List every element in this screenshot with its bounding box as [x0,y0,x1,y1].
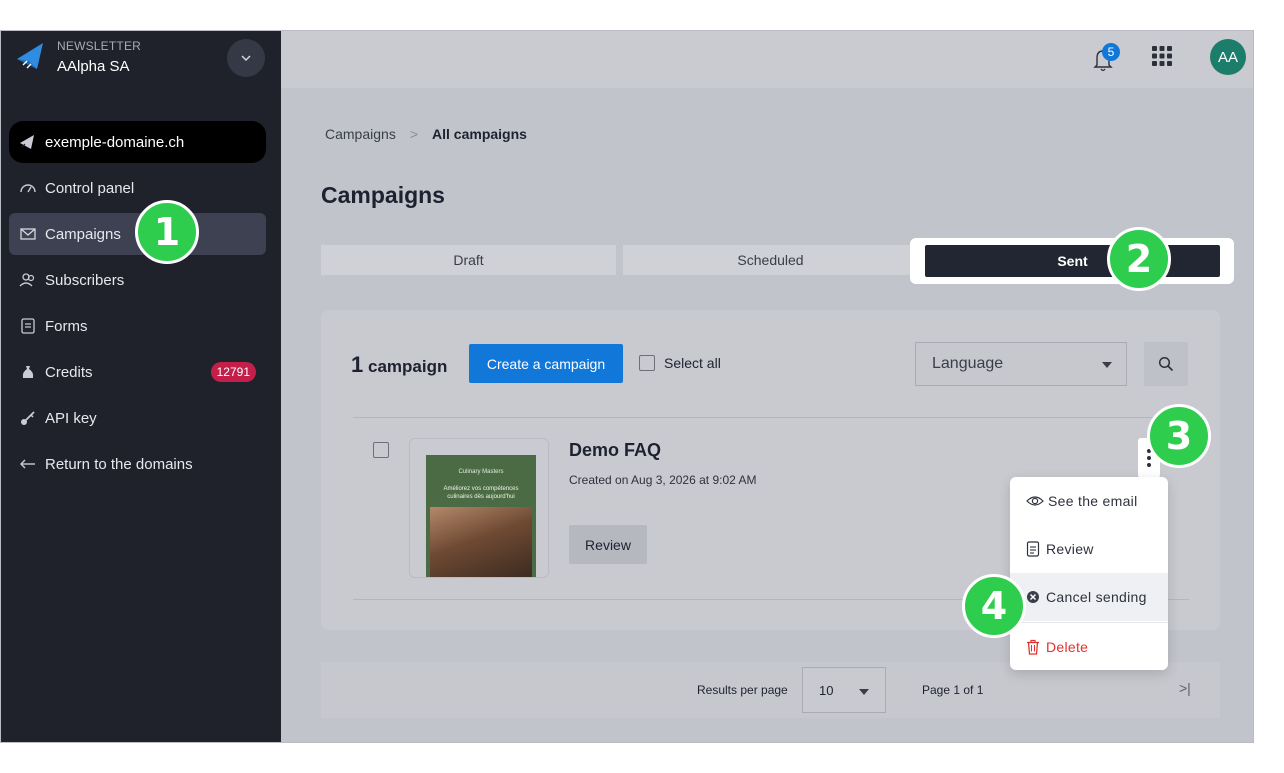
users-icon [19,273,35,287]
tab-draft[interactable]: Draft [321,245,616,275]
menu-item-label: Cancel sending [1046,589,1147,605]
campaign-name[interactable]: Demo FAQ [569,440,661,461]
sidebar-item-label: Subscribers [45,271,125,289]
menu-item-delete[interactable]: Delete [1010,622,1168,670]
breadcrumb: Campaigns > All campaigns [325,126,527,142]
sidebar-item-return[interactable]: Return to the domains [9,443,266,485]
dot [1147,463,1151,467]
arrow-left-icon [20,459,35,469]
notification-count-badge: 5 [1102,43,1120,61]
credits-badge: 12791 [210,362,256,382]
select-all-checkbox[interactable] [639,355,655,371]
document-icon [21,318,35,334]
campaign-created-date: Created on Aug 3, 2026 at 9:02 AM [569,473,757,487]
dot [1147,456,1151,460]
search-button[interactable] [1144,342,1188,386]
pagination-bar: Results per page 10 Page 1 of 1 >| [321,662,1220,718]
select-all-label: Select all [664,355,721,371]
tab-scheduled[interactable]: Scheduled [623,245,918,275]
results-per-page-value: 10 [819,682,834,698]
tab-sent-highlight: Sent [910,238,1234,284]
breadcrumb-parent[interactable]: Campaigns [325,126,396,142]
caret-down-icon [1102,362,1112,368]
campaign-count-label: campaign [367,357,448,376]
step-callout-1: 1 [135,200,199,264]
document-icon [1026,541,1040,557]
language-placeholder: Language [932,355,1004,372]
thumbnail-headline: Améliorez vos compétences culinaires dès… [443,486,519,500]
money-bag-icon [22,366,34,378]
sidebar-item-label: API key [45,409,97,427]
sidebar-item-label: Credits [45,363,93,381]
avatar[interactable]: AA [1210,39,1246,75]
paper-plane-logo-icon [17,43,43,69]
step-callout-3: 3 [1147,404,1211,468]
menu-item-see-email[interactable]: See the email [1010,477,1168,525]
page-title: Campaigns [321,182,445,208]
campaign-checkbox[interactable] [373,442,389,458]
paper-plane-icon [20,135,34,149]
sidebar-item-subscribers[interactable]: Subscribers [9,259,266,301]
domain-selector[interactable]: exemple-domaine.ch [9,121,266,163]
campaign-thumbnail[interactable]: Culinary Masters Améliorez vos compétenc… [409,438,549,578]
thumbnail-photo [430,507,532,577]
language-select[interactable]: Language [915,342,1127,386]
chevron-down-icon [241,55,251,62]
step-callout-4: 4 [962,574,1026,638]
tab-sent[interactable]: Sent [925,245,1220,277]
thumbnail-preview: Culinary Masters Améliorez vos compétenc… [426,455,536,577]
sidebar-item-forms[interactable]: Forms [9,305,266,347]
brand-name: AAlpha SA [57,58,130,75]
envelope-icon [20,228,36,240]
sidebar-item-api-key[interactable]: API key [9,397,266,439]
trash-icon [1027,639,1039,655]
campaign-actions-menu: See the email Review Cancel sending Dele… [1010,477,1168,670]
results-per-page-select[interactable]: 10 [802,667,886,713]
caret-down-icon [859,689,869,695]
search-icon [1158,356,1174,372]
brand: NEWSLETTER AAlpha SA [15,39,265,79]
gauge-icon [20,184,36,193]
sidebar-item-control-panel[interactable]: Control panel [9,167,266,209]
menu-item-review[interactable]: Review [1010,525,1168,573]
x-circle-icon [1027,591,1039,603]
menu-item-cancel-sending[interactable]: Cancel sending [1010,573,1168,621]
campaign-tabs: Draft Scheduled Sent [321,238,1234,284]
account-switch-button[interactable] [227,39,265,77]
breadcrumb-current: All campaigns [432,126,527,142]
review-button[interactable]: Review [569,525,647,564]
eye-icon [1026,496,1044,506]
topbar: 5 AA [281,31,1253,88]
campaign-count-number: 1 [351,352,364,377]
domain-name: exemple-domaine.ch [45,133,185,151]
sidebar-item-label: Return to the domains [45,455,193,473]
sidebar: NEWSLETTER AAlpha SA exemple-domaine.ch … [1,31,281,742]
key-icon [21,411,35,425]
campaign-count: 1 campaign [351,352,447,378]
select-all[interactable]: Select all [639,355,721,371]
menu-item-label: Review [1046,541,1094,557]
apps-grid-icon[interactable] [1151,45,1173,67]
step-callout-2: 2 [1107,227,1171,291]
results-per-page-label: Results per page [697,683,788,697]
brand-kicker: NEWSLETTER [57,39,142,53]
app-window: NEWSLETTER AAlpha SA exemple-domaine.ch … [0,30,1254,743]
last-page-icon[interactable]: >| [1179,680,1191,696]
create-campaign-button[interactable]: Create a campaign [469,344,623,383]
menu-item-label: Delete [1046,638,1089,655]
sidebar-item-label: Control panel [45,179,135,197]
divider [353,417,1189,418]
sidebar-item-label: Campaigns [45,225,121,243]
page-indicator: Page 1 of 1 [922,683,984,697]
sidebar-item-credits[interactable]: Credits 12791 [9,351,266,393]
breadcrumb-separator: > [409,126,419,142]
sidebar-item-label: Forms [45,317,88,335]
menu-item-label: See the email [1048,493,1138,509]
thumbnail-brand: Culinary Masters [458,469,504,475]
